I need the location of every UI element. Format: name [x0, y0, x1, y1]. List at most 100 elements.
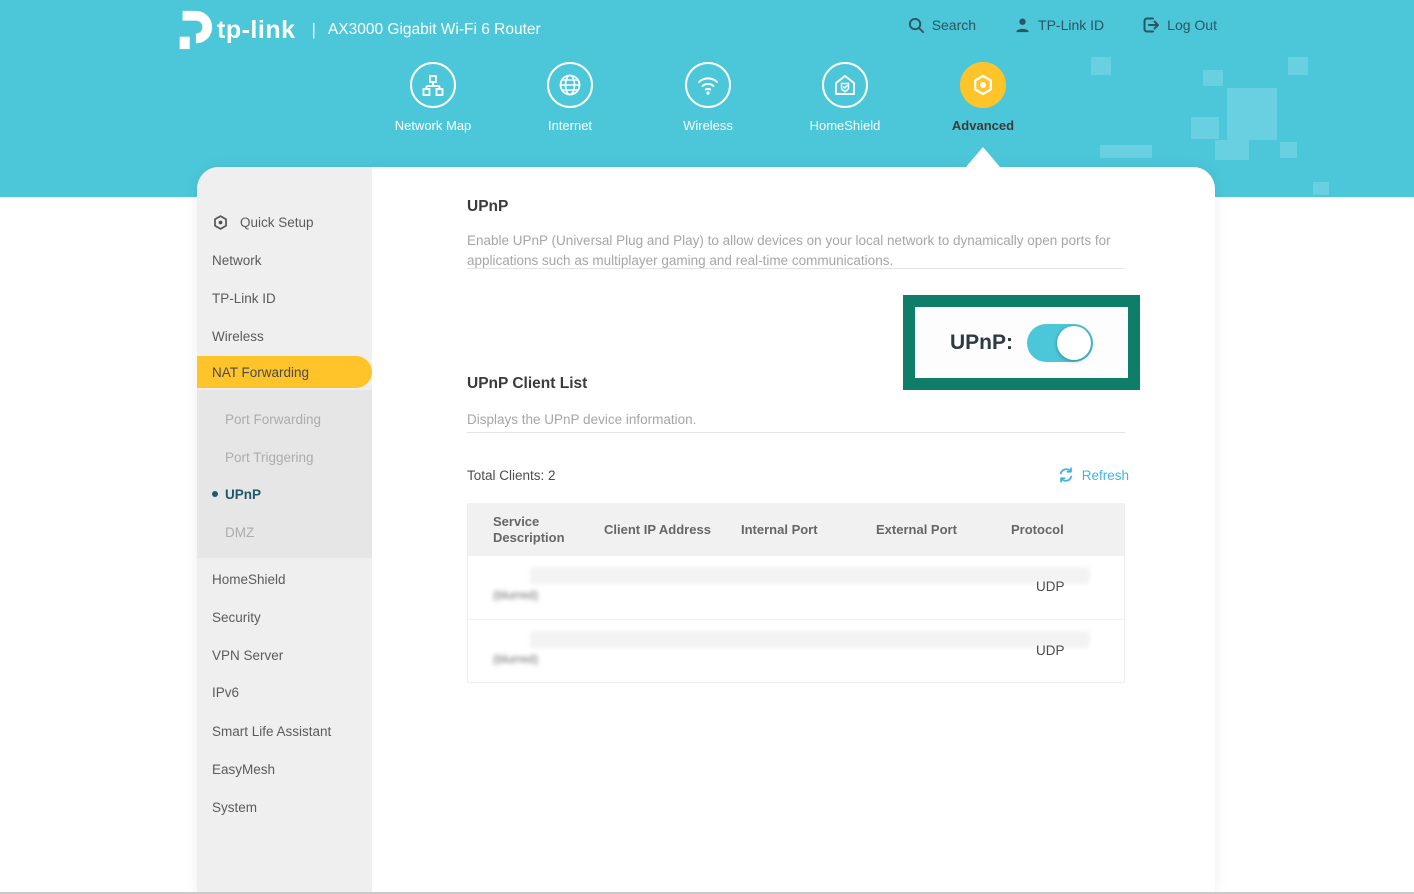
nav-network-map-label: Network Map [373, 118, 493, 133]
refresh-label: Refresh [1082, 468, 1129, 483]
nav-internet-label: Internet [510, 118, 630, 133]
sidebar-subitem-label: Port Forwarding [225, 412, 321, 427]
sidebar-item-security[interactable]: Security [197, 602, 372, 632]
nav-advanced[interactable]: Advanced [923, 62, 1043, 133]
main-panel: Quick Setup Network TP-Link ID Wireless … [197, 167, 1215, 894]
sidebar-item-ipv6[interactable]: IPv6 [197, 677, 372, 707]
col-internal-port: Internal Port [741, 522, 876, 538]
person-icon [1014, 17, 1031, 34]
sidebar-item-label: Quick Setup [240, 215, 314, 230]
sidebar-item-homeshield[interactable]: HomeShield [197, 564, 372, 594]
upnp-toggle-label: UPnP: [950, 331, 1013, 355]
table-header-row: Service Description Client IP Address In… [468, 503, 1124, 556]
table-row: (blurred) UDP [468, 619, 1124, 682]
sidebar-subitem-port-forwarding[interactable]: Port Forwarding [197, 405, 372, 433]
col-external-port: External Port [876, 522, 1011, 538]
brand-name: tp-link [217, 16, 296, 45]
section-divider [467, 432, 1125, 433]
deco-square [1313, 182, 1329, 195]
nav-wireless[interactable]: Wireless [648, 62, 768, 133]
sidebar-item-tplink-id[interactable]: TP-Link ID [197, 283, 372, 313]
redacted-row-data [530, 631, 1090, 648]
tplink-id-label: TP-Link ID [1038, 17, 1104, 33]
network-map-icon [410, 62, 456, 108]
toggle-knob [1057, 326, 1091, 360]
brand-separator: | [312, 20, 316, 40]
sidebar-subitem-label: Port Triggering [225, 450, 314, 465]
client-list-description: Displays the UPnP device information. [467, 410, 696, 430]
sidebar-item-label: Network [212, 253, 262, 268]
upnp-page-content: UPnP Enable UPnP (Universal Plug and Pla… [467, 167, 1129, 894]
table-row: (blurred) UDP [468, 556, 1124, 619]
search-button[interactable]: Search [908, 17, 976, 34]
sidebar-item-smart-life-assistant[interactable]: Smart Life Assistant [197, 716, 372, 746]
col-service-description: Service Description [468, 514, 604, 546]
logout-icon [1142, 16, 1160, 34]
search-icon [908, 17, 925, 34]
logout-button[interactable]: Log Out [1142, 16, 1217, 34]
sidebar-item-label: TP-Link ID [212, 291, 276, 306]
redacted-service-description: (blurred) [493, 652, 538, 666]
logout-label: Log Out [1167, 17, 1217, 33]
sidebar-item-label: VPN Server [212, 648, 283, 663]
nav-homeshield[interactable]: HomeShield [785, 62, 905, 133]
router-model-title: AX3000 Gigabit Wi-Fi 6 Router [328, 21, 541, 39]
sidebar-item-network[interactable]: Network [197, 245, 372, 275]
nav-internet[interactable]: Internet [510, 62, 630, 133]
sidebar: Quick Setup Network TP-Link ID Wireless … [197, 167, 372, 894]
nav-homeshield-label: HomeShield [785, 118, 905, 133]
upnp-client-table: Service Description Client IP Address In… [467, 503, 1125, 683]
upnp-section-title: UPnP [467, 198, 508, 216]
protocol-value: UDP [1036, 579, 1065, 594]
col-client-ip: Client IP Address [604, 522, 741, 538]
top-actions: Search TP-Link ID Log Out [908, 16, 1217, 34]
gear-outline-icon [212, 214, 229, 231]
active-bullet-icon [212, 491, 218, 497]
tp-link-logo-icon [173, 8, 215, 52]
top-bar: tp-link | AX3000 Gigabit Wi-Fi 6 Router … [0, 0, 1414, 55]
sidebar-subitem-port-triggering[interactable]: Port Triggering [197, 443, 372, 471]
sidebar-item-label: NAT Forwarding [212, 365, 309, 380]
sidebar-item-label: Smart Life Assistant [212, 724, 331, 739]
sidebar-item-label: Wireless [212, 329, 264, 344]
search-label: Search [932, 17, 976, 33]
refresh-icon [1057, 466, 1075, 484]
sidebar-item-wireless[interactable]: Wireless [197, 321, 372, 351]
redacted-service-description: (blurred) [493, 588, 538, 602]
protocol-value: UDP [1036, 643, 1065, 658]
panel-notch [966, 147, 1000, 167]
router-admin-page: tp-link | AX3000 Gigabit Wi-Fi 6 Router … [0, 0, 1414, 894]
gear-icon [960, 62, 1006, 108]
client-list-title: UPnP Client List [467, 375, 587, 393]
sidebar-subitem-label: DMZ [225, 525, 254, 540]
nav-wireless-label: Wireless [648, 118, 768, 133]
sidebar-item-label: HomeShield [212, 572, 286, 587]
upnp-toggle-highlight: UPnP: [903, 295, 1140, 390]
brand: tp-link | AX3000 Gigabit Wi-Fi 6 Router [173, 8, 541, 52]
main-nav: Network Map Internet [0, 62, 1414, 152]
sidebar-item-label: Security [212, 610, 261, 625]
sidebar-subitem-dmz[interactable]: DMZ [197, 518, 372, 546]
refresh-button[interactable]: Refresh [1057, 466, 1129, 484]
upnp-toggle-switch[interactable] [1027, 324, 1093, 362]
sidebar-item-label: System [212, 800, 257, 815]
sidebar-item-vpn-server[interactable]: VPN Server [197, 640, 372, 670]
sidebar-subitem-upnp[interactable]: UPnP [197, 480, 372, 508]
total-clients-label: Total Clients: 2 [467, 468, 556, 483]
col-protocol: Protocol [1011, 522, 1101, 538]
globe-icon [547, 62, 593, 108]
sidebar-item-label: IPv6 [212, 685, 239, 700]
redacted-row-data [530, 567, 1090, 584]
nav-advanced-label: Advanced [923, 118, 1043, 133]
sidebar-subitem-label: UPnP [225, 487, 261, 502]
tplink-id-button[interactable]: TP-Link ID [1014, 17, 1104, 34]
sidebar-item-nat-forwarding[interactable]: NAT Forwarding [197, 356, 372, 388]
home-shield-icon [822, 62, 868, 108]
nav-network-map[interactable]: Network Map [373, 62, 493, 133]
section-divider [467, 268, 1125, 269]
sidebar-item-easymesh[interactable]: EasyMesh [197, 754, 372, 784]
sidebar-item-system[interactable]: System [197, 792, 372, 822]
sidebar-item-quick-setup[interactable]: Quick Setup [197, 207, 372, 237]
upnp-section-description: Enable UPnP (Universal Plug and Play) to… [467, 231, 1129, 271]
sidebar-item-label: EasyMesh [212, 762, 275, 777]
